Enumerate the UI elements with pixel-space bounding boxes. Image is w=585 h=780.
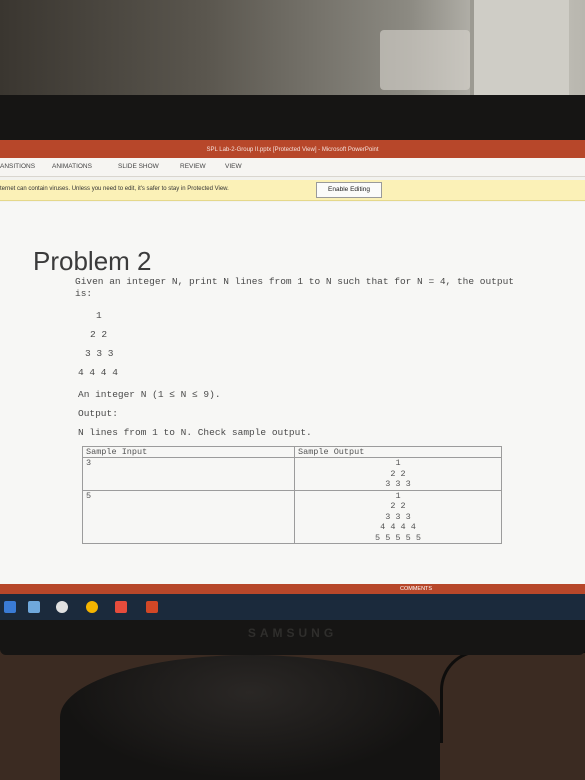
output-line: 5 5 5 5 5 — [375, 532, 421, 543]
problem-statement: Given an integer N, print N lines from 1… — [75, 276, 514, 287]
output-label: Output: — [78, 408, 118, 419]
tab-animations[interactable]: ANIMATIONS — [52, 163, 92, 170]
taskbar — [0, 594, 585, 620]
chrome-icon[interactable] — [86, 601, 98, 613]
table-row: 3 1 2 2 3 3 3 — [82, 457, 502, 491]
sample-input-header: Sample Input — [82, 446, 295, 458]
problem-statement-cont: is: — [75, 288, 93, 299]
example-line-3: 3 3 3 — [85, 348, 114, 359]
tab-review[interactable]: REVIEW — [180, 163, 206, 170]
monitor-screen: SPL Lab-2-Group II.pptx [Protected View]… — [0, 140, 585, 620]
monitor-brand-logo: SAMSUNG — [247, 626, 338, 640]
sample-output-cell: 1 2 2 3 3 3 — [294, 457, 502, 491]
status-bar: COMMENTS — [0, 584, 585, 594]
sample-input-cell: 3 — [82, 457, 295, 491]
sample-table: Sample Input Sample Output 3 1 2 2 3 3 3… — [82, 446, 502, 544]
ribbon-tabs: ANSITIONS ANIMATIONS SLIDE SHOW REVIEW V… — [0, 158, 585, 177]
start-icon[interactable] — [4, 601, 16, 613]
slide-canvas: Problem 2 Given an integer N, print N li… — [0, 202, 585, 584]
slide-title: Problem 2 — [33, 246, 152, 276]
output-line: 3 3 3 — [385, 511, 411, 522]
enable-editing-button[interactable]: Enable Editing — [316, 182, 382, 198]
tab-transitions[interactable]: ANSITIONS — [0, 163, 35, 170]
tab-view[interactable]: VIEW — [225, 163, 242, 170]
output-description: N lines from 1 to N. Check sample output… — [78, 427, 312, 438]
input-description: An integer N (1 ≤ N ≤ 9). — [78, 389, 221, 400]
sample-output-cell: 1 2 2 3 3 3 4 4 4 4 5 5 5 5 5 — [294, 489, 502, 544]
window-title: SPL Lab-2-Group II.pptx [Protected View]… — [0, 140, 585, 158]
protected-view-message: ternet can contain viruses. Unless you n… — [0, 186, 229, 192]
media-icon[interactable] — [56, 601, 68, 613]
output-line: 2 2 — [390, 468, 406, 479]
windows-app-icon[interactable] — [115, 601, 127, 613]
powerpoint-icon[interactable] — [146, 601, 158, 613]
output-line: 2 2 — [390, 501, 406, 511]
monitor-cable — [440, 650, 585, 743]
output-line: 3 3 3 — [385, 479, 411, 489]
sample-input-cell: 5 — [82, 489, 295, 544]
output-line: 4 4 4 4 — [380, 522, 416, 532]
output-line: 1 — [395, 458, 401, 468]
example-line-2: 2 2 — [90, 329, 108, 340]
tab-slide-show[interactable]: SLIDE SHOW — [118, 163, 159, 170]
example-line-4: 4 4 4 4 — [78, 367, 118, 378]
app-icon[interactable] — [28, 601, 40, 613]
monitor-stand — [60, 655, 440, 780]
protected-view-bar: ternet can contain viruses. Unless you n… — [0, 180, 585, 201]
wall-object — [380, 30, 470, 90]
sample-output-header: Sample Output — [294, 446, 502, 458]
comments-button[interactable]: COMMENTS — [400, 584, 432, 594]
table-row: 5 1 2 2 3 3 3 4 4 4 4 5 5 5 5 5 — [82, 489, 502, 544]
example-line-1: 1 — [96, 310, 102, 321]
output-line: 1 — [395, 490, 401, 501]
